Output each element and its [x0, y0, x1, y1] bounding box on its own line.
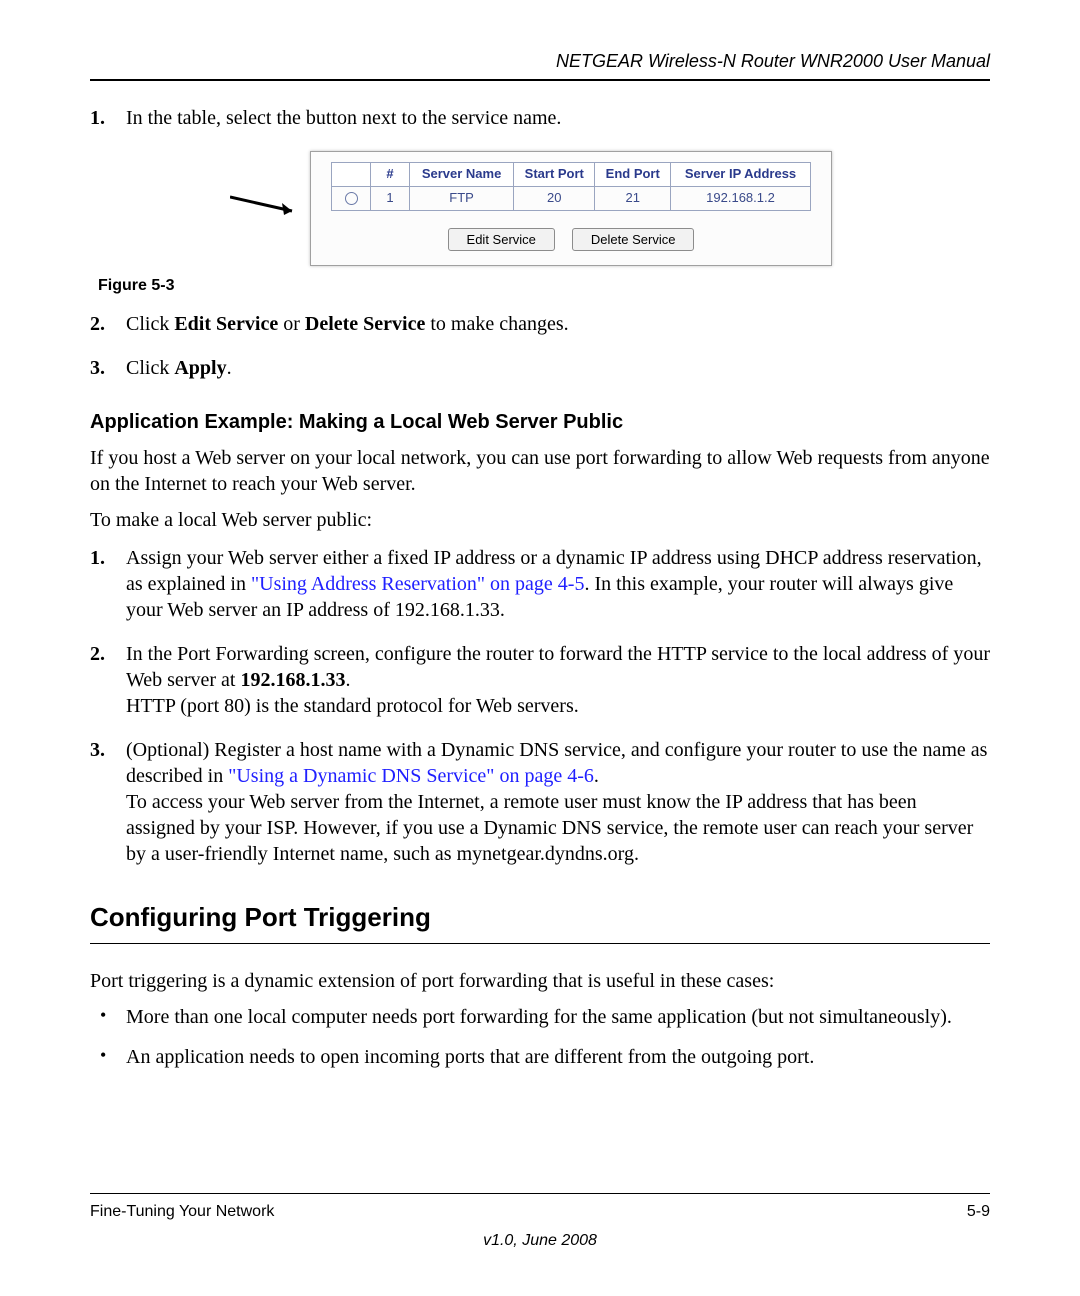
cell-index: 1 [371, 187, 410, 211]
cell-end: 21 [595, 187, 671, 211]
list-item: An application needs to open incoming po… [90, 1044, 990, 1070]
step-number: 3. [90, 737, 105, 763]
th-select [332, 163, 371, 187]
figure-5-3: # Server Name Start Port End Port Server… [210, 151, 870, 266]
example-step-2: 2. In the Port Forwarding screen, config… [90, 641, 990, 719]
paragraph: Port triggering is a dynamic extension o… [90, 968, 990, 994]
figure-caption: Figure 5-3 [98, 276, 990, 297]
paragraph: If you host a Web server on your local n… [90, 445, 990, 497]
list-item: More than one local computer needs port … [90, 1004, 990, 1030]
step-number: 2. [90, 641, 105, 667]
header-rule [90, 79, 990, 81]
footer-chapter: Fine-Tuning Your Network [90, 1202, 274, 1223]
edit-service-button[interactable]: Edit Service [448, 228, 555, 251]
row-radio[interactable] [345, 192, 358, 205]
port-forwarding-panel: # Server Name Start Port End Port Server… [310, 151, 832, 266]
service-table: # Server Name Start Port End Port Server… [331, 162, 811, 211]
cell-start: 20 [514, 187, 595, 211]
th-server-ip: Server IP Address [671, 163, 811, 187]
table-row: 1 FTP 20 21 192.168.1.2 [332, 187, 811, 211]
step-text: In the table, select the button next to … [126, 107, 561, 129]
pointer-arrow-icon [230, 193, 310, 217]
step-text: In the Port Forwarding screen, configure… [126, 643, 990, 717]
running-header: NETGEAR Wireless-N Router WNR2000 User M… [90, 50, 990, 79]
step-number: 2. [90, 311, 105, 337]
paragraph: To make a local Web server public: [90, 507, 990, 533]
th-server-name: Server Name [410, 163, 514, 187]
heading-configuring-port-triggering: Configuring Port Triggering [90, 901, 990, 935]
step-number: 3. [90, 355, 105, 381]
step-text: Click Apply. [126, 357, 232, 379]
cell-ip: 192.168.1.2 [671, 187, 811, 211]
subheading-application-example: Application Example: Making a Local Web … [90, 409, 990, 435]
step-text: Assign your Web server either a fixed IP… [126, 547, 982, 621]
delete-service-button[interactable]: Delete Service [572, 228, 695, 251]
link-address-reservation[interactable]: "Using Address Reservation" on page 4-5 [251, 573, 585, 595]
th-end-port: End Port [595, 163, 671, 187]
footer-page-number: 5-9 [967, 1202, 990, 1223]
link-dynamic-dns[interactable]: "Using a Dynamic DNS Service" on page 4-… [228, 765, 594, 787]
footer-version: v1.0, June 2008 [90, 1231, 990, 1252]
heading-rule [90, 943, 990, 944]
page-footer: Fine-Tuning Your Network 5-9 v1.0, June … [90, 1185, 990, 1252]
th-index: # [371, 163, 410, 187]
step-3: 3. Click Apply. [90, 355, 990, 381]
step-2: 2. Click Edit Service or Delete Service … [90, 311, 990, 337]
step-text: Click Edit Service or Delete Service to … [126, 313, 569, 335]
step-number: 1. [90, 105, 105, 131]
th-start-port: Start Port [514, 163, 595, 187]
example-step-3: 3. (Optional) Register a host name with … [90, 737, 990, 867]
cell-server: FTP [410, 187, 514, 211]
footer-rule [90, 1193, 990, 1194]
step-1: 1. In the table, select the button next … [90, 105, 990, 131]
step-number: 1. [90, 545, 105, 571]
example-step-1: 1. Assign your Web server either a fixed… [90, 545, 990, 623]
step-text: (Optional) Register a host name with a D… [126, 739, 987, 865]
